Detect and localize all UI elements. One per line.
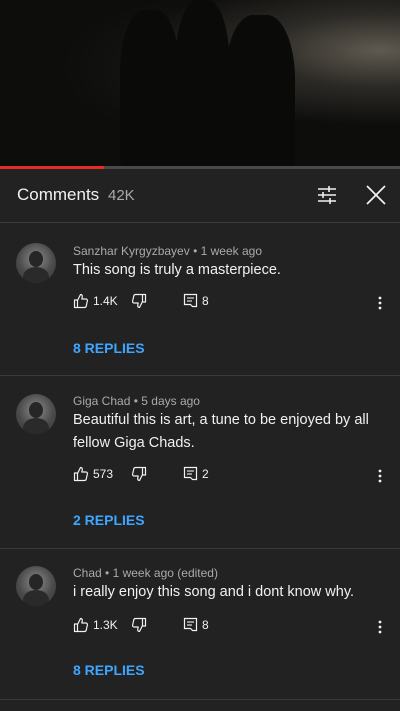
reply-count: 8 xyxy=(202,617,209,632)
like-button[interactable]: 1.4K xyxy=(73,293,118,309)
comment-item: Chad • 1 week ago (edited) i really enjo… xyxy=(0,549,400,699)
comment-time: 5 days ago xyxy=(141,394,200,408)
comment-time: 1 week ago (edited) xyxy=(112,566,218,580)
dislike-button[interactable] xyxy=(131,617,147,633)
view-replies-button[interactable]: 2 REPLIES xyxy=(73,512,145,528)
meta-separator: • xyxy=(105,566,113,580)
more-options-button[interactable] xyxy=(373,466,387,486)
more-vert-icon xyxy=(378,296,382,310)
sort-button[interactable] xyxy=(314,182,340,208)
video-figure xyxy=(175,0,230,168)
comment-text: This song is truly a masterpiece. xyxy=(73,262,281,278)
comment-author[interactable]: Chad xyxy=(73,566,102,580)
avatar-body xyxy=(23,418,49,434)
video-progress-bar[interactable] xyxy=(0,166,400,169)
video-figure xyxy=(120,10,180,168)
more-options-button[interactable] xyxy=(373,617,387,637)
comment-text: i really enjoy this song and i dont know… xyxy=(73,584,355,600)
avatar-head xyxy=(29,251,43,267)
reply-button[interactable]: 8 xyxy=(183,293,209,308)
avatar-head xyxy=(29,402,43,418)
comment-meta: Sanzhar Kyrgyzbayev • 1 week ago xyxy=(73,244,262,258)
avatar[interactable] xyxy=(16,243,56,283)
avatar[interactable] xyxy=(16,566,56,606)
video-player[interactable] xyxy=(0,0,400,168)
view-replies-button[interactable]: 8 REPLIES xyxy=(73,662,145,678)
reply-count: 2 xyxy=(202,466,209,481)
close-icon xyxy=(366,185,386,205)
more-vert-icon xyxy=(378,620,382,634)
meta-separator: • xyxy=(193,244,201,258)
reply-button[interactable]: 8 xyxy=(183,617,209,632)
reply-icon xyxy=(183,466,198,481)
progress-played xyxy=(0,166,104,169)
comment-actions: 1.4K 8 xyxy=(73,293,393,313)
reply-count: 8 xyxy=(202,293,209,308)
comments-title: Comments xyxy=(17,185,100,204)
view-replies-button[interactable]: 8 REPLIES xyxy=(73,340,145,356)
close-button[interactable] xyxy=(362,181,390,209)
thumbs-up-icon xyxy=(73,617,89,633)
dislike-button[interactable] xyxy=(131,293,147,309)
thumbs-up-icon xyxy=(73,466,89,482)
avatar-body xyxy=(23,590,49,606)
reply-button[interactable]: 2 xyxy=(183,466,209,481)
avatar[interactable] xyxy=(16,394,56,434)
comment-actions: 1.3K 8 xyxy=(73,617,393,637)
video-figure xyxy=(225,15,295,168)
thumbs-up-icon xyxy=(73,293,89,309)
comment-time: 1 week ago xyxy=(200,244,263,258)
sort-filter-icon xyxy=(318,186,336,204)
like-button[interactable]: 1.3K xyxy=(73,617,118,633)
comment-author[interactable]: Sanzhar Kyrgyzbayev xyxy=(73,244,190,258)
comment-meta: Chad • 1 week ago (edited) xyxy=(73,566,218,580)
like-button[interactable]: 573 xyxy=(73,466,113,482)
thumbs-down-icon xyxy=(131,293,147,309)
dislike-button[interactable] xyxy=(131,466,147,482)
reply-icon xyxy=(183,293,198,308)
comment-author[interactable]: Giga Chad xyxy=(73,394,130,408)
like-count: 1.3K xyxy=(93,618,118,632)
thumbs-down-icon xyxy=(131,617,147,633)
avatar-body xyxy=(23,267,49,283)
thumbs-down-icon xyxy=(131,466,147,482)
avatar-head xyxy=(29,574,43,590)
like-count: 1.4K xyxy=(93,294,118,308)
divider xyxy=(0,699,400,700)
comments-header: Comments 42K xyxy=(0,170,400,222)
comment-text: Beautiful this is art, a tune to be enjo… xyxy=(73,412,369,451)
more-vert-icon xyxy=(378,469,382,483)
comment-meta: Giga Chad • 5 days ago xyxy=(73,394,200,408)
comment-item: Sanzhar Kyrgyzbayev • 1 week ago This so… xyxy=(0,223,400,375)
comment-item: Giga Chad • 5 days ago Beautiful this is… xyxy=(0,376,400,548)
like-count: 573 xyxy=(93,467,114,481)
comment-actions: 573 2 xyxy=(73,466,393,486)
reply-icon xyxy=(183,617,198,632)
more-options-button[interactable] xyxy=(373,293,387,313)
comments-count: 42K xyxy=(108,187,135,204)
